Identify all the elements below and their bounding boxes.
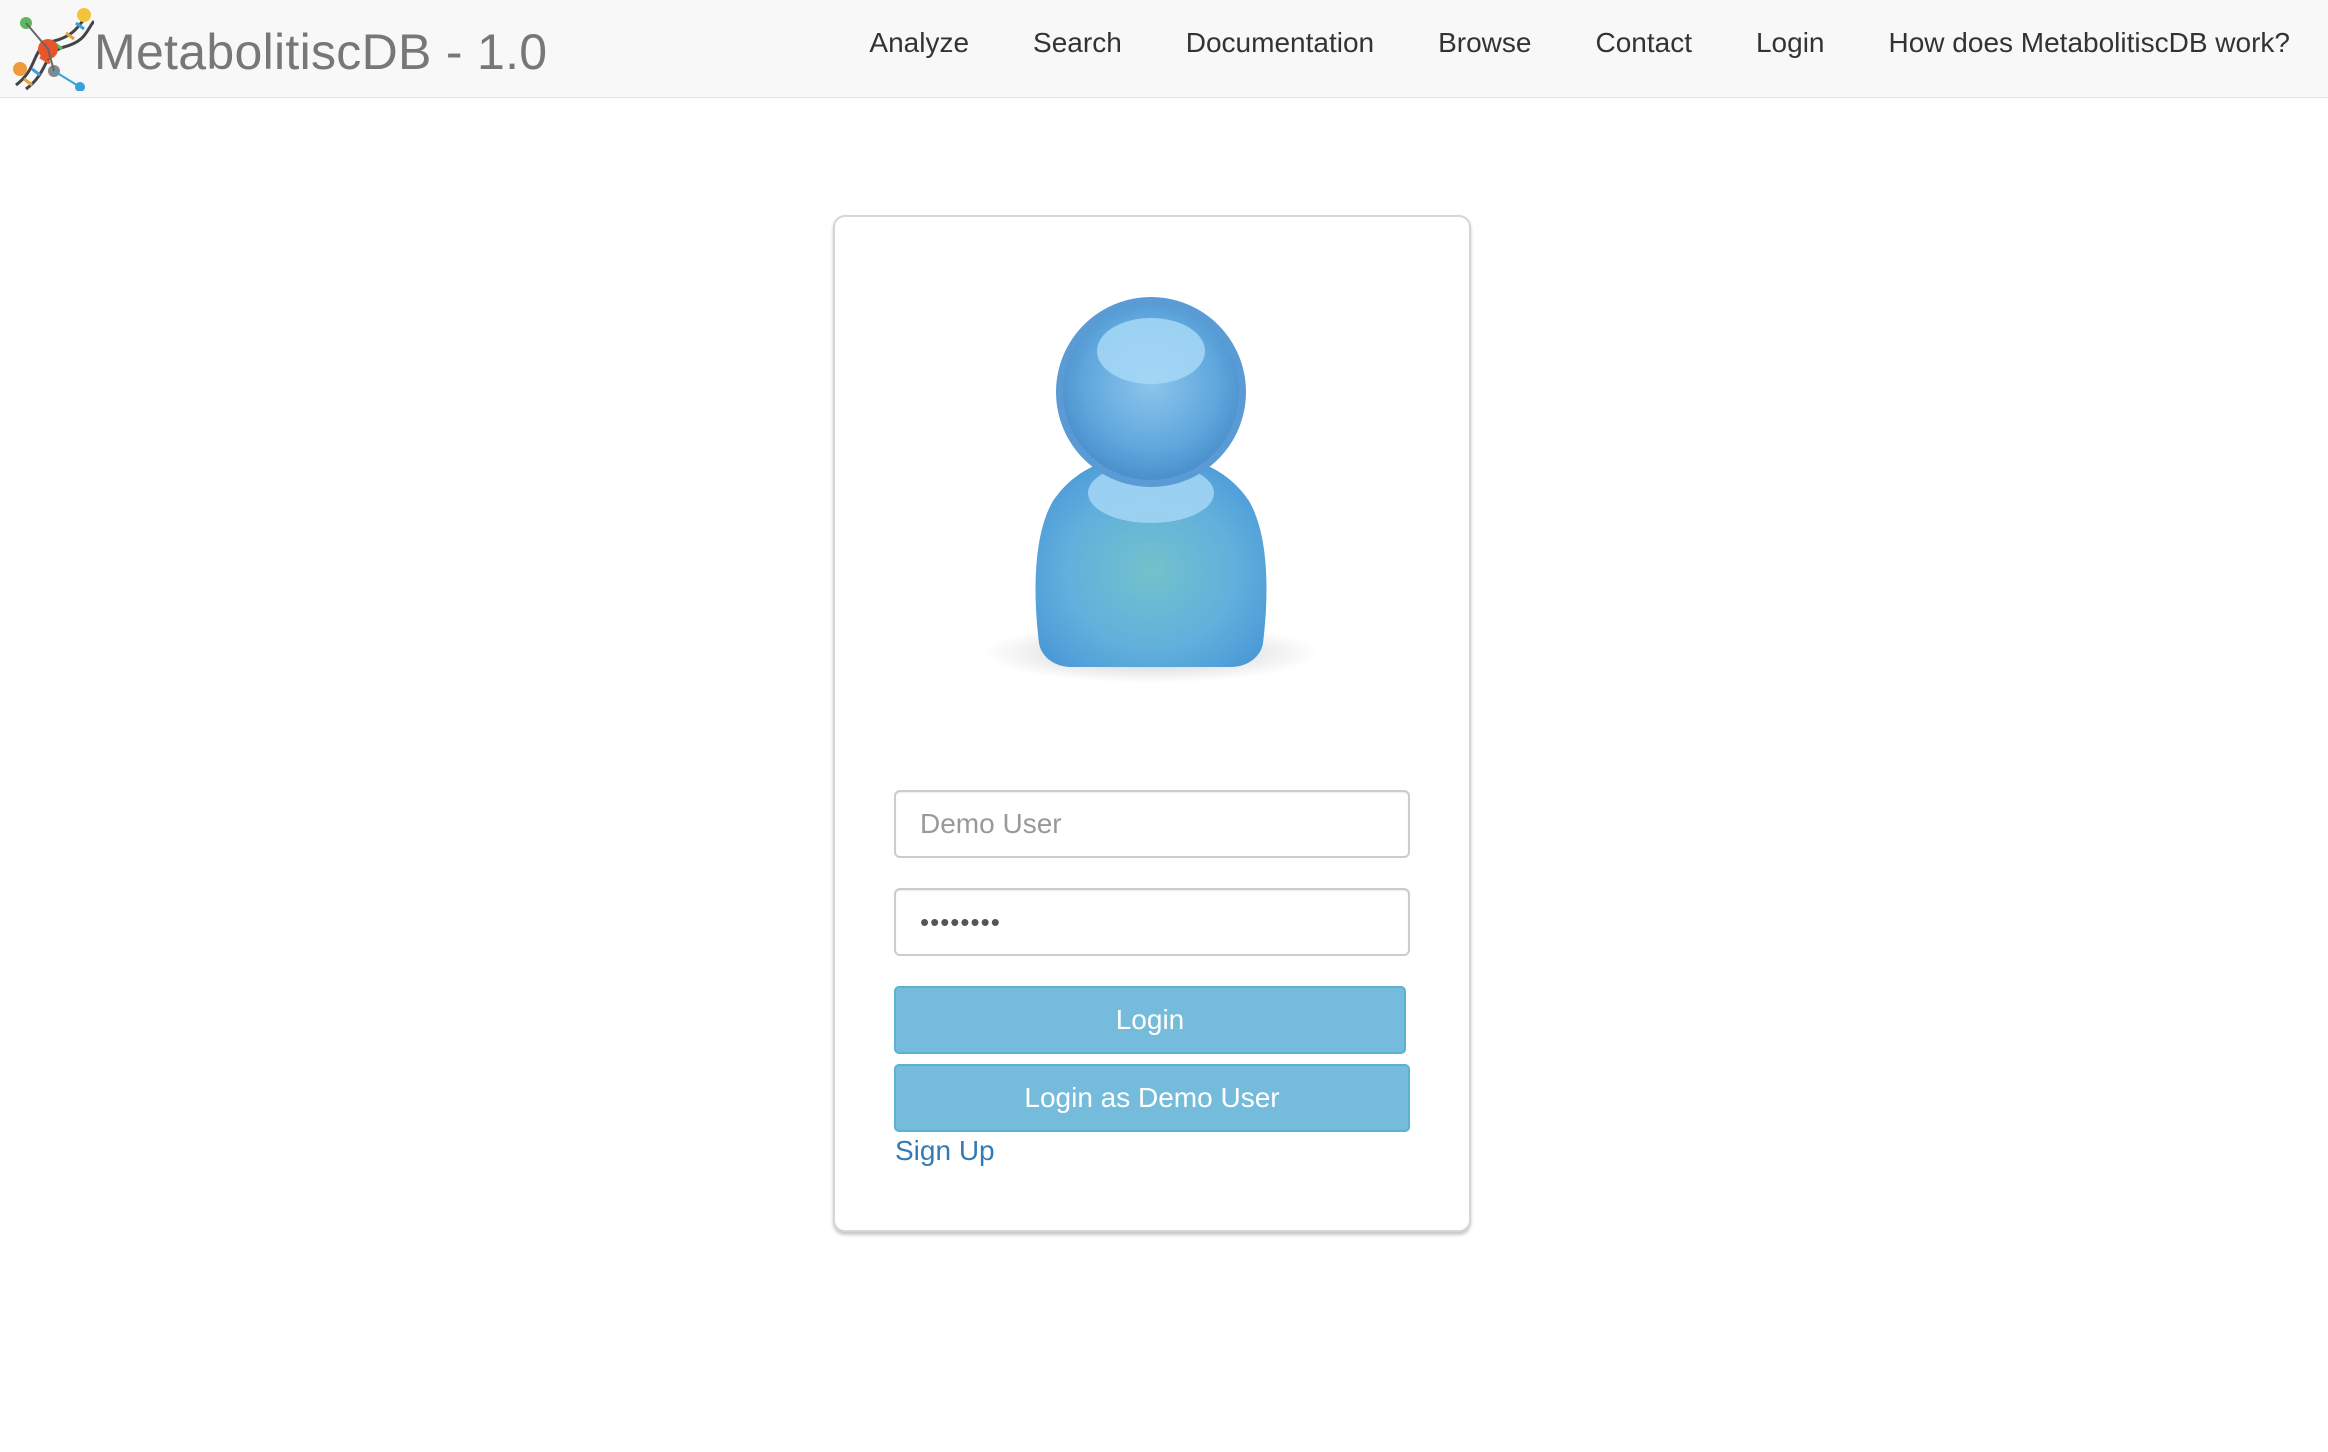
nav-contact[interactable]: Contact — [1563, 27, 1724, 59]
username-input[interactable] — [894, 790, 1410, 858]
main-nav: Analyze Search Documentation Browse Cont… — [837, 0, 2328, 86]
password-input[interactable] — [894, 888, 1410, 956]
login-button[interactable]: Login — [894, 986, 1406, 1054]
brand-title[interactable]: MetabolitiscDB - 1.0 — [94, 27, 547, 77]
user-avatar-icon — [983, 297, 1319, 683]
sign-up-link[interactable]: Sign Up — [895, 1135, 995, 1167]
brand-link[interactable]: MetabolitiscDB - 1.0 — [10, 8, 547, 91]
login-as-demo-user-button[interactable]: Login as Demo User — [894, 1064, 1410, 1132]
navbar: MetabolitiscDB - 1.0 Analyze Search Docu… — [0, 0, 2328, 98]
nav-search[interactable]: Search — [1001, 27, 1154, 59]
nav-login[interactable]: Login — [1724, 27, 1857, 59]
login-card: Login Login as Demo User Sign Up — [833, 215, 1471, 1232]
nav-how-it-works[interactable]: How does MetabolitiscDB work? — [1857, 27, 2328, 59]
nav-browse[interactable]: Browse — [1406, 27, 1563, 59]
nav-analyze[interactable]: Analyze — [837, 27, 1001, 59]
nav-documentation[interactable]: Documentation — [1154, 27, 1406, 59]
dna-helix-logo-icon — [13, 8, 94, 91]
